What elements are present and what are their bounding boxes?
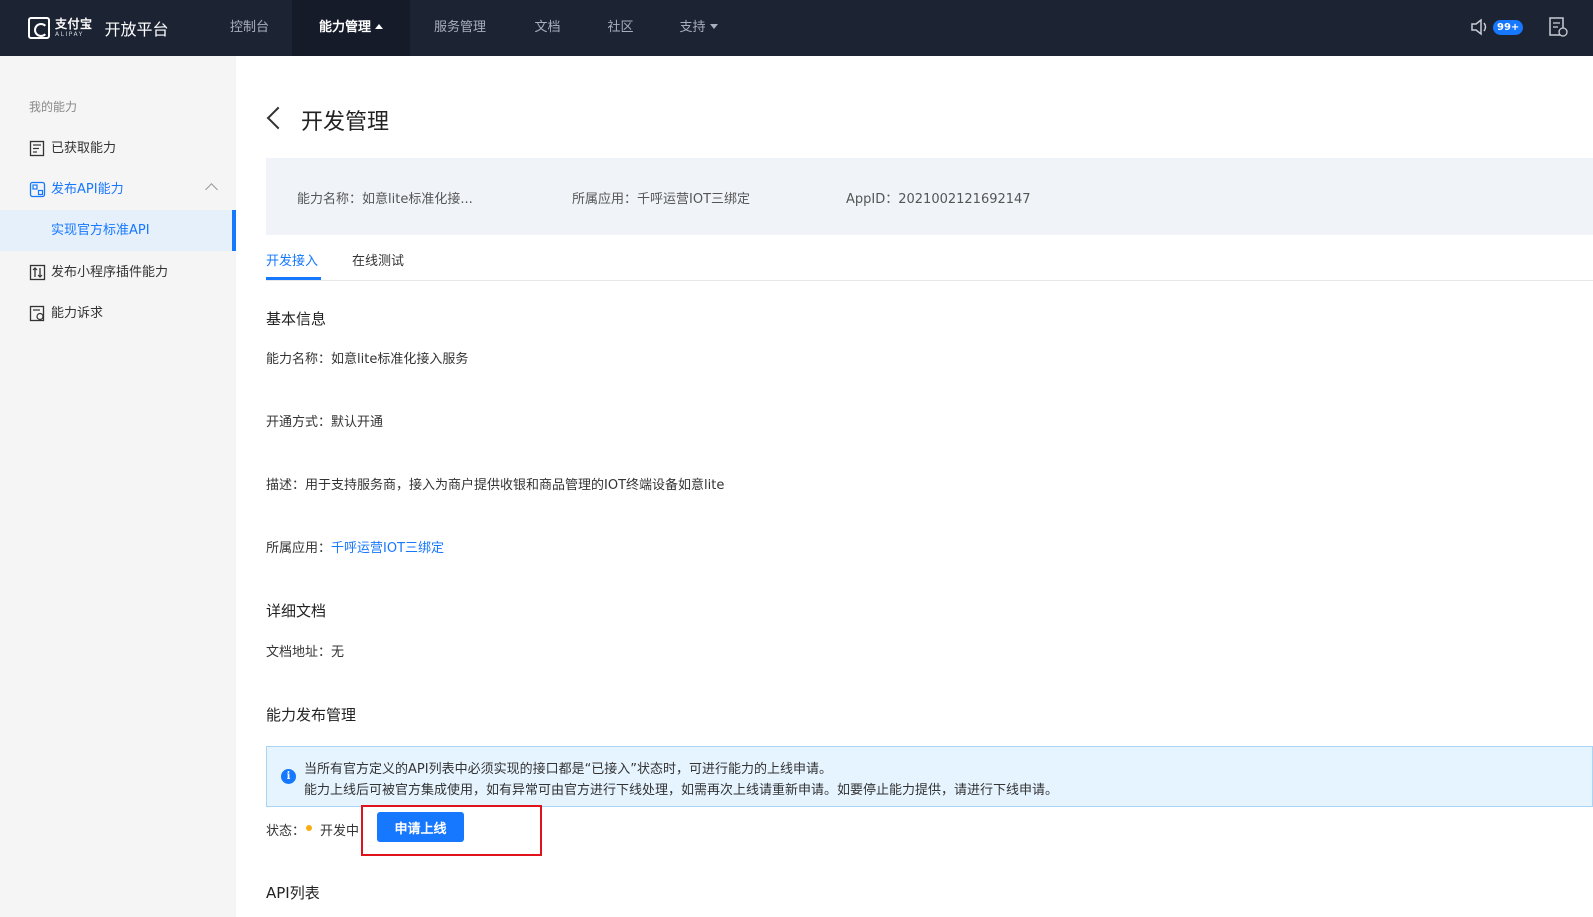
document-list-icon	[29, 140, 45, 157]
sidebar-item-label: 实现官方标准API	[51, 223, 150, 238]
sidebar-section-title: 我的能力	[29, 100, 78, 114]
speaker-icon[interactable]	[1470, 17, 1490, 37]
sidebar-item-label: 发布API能力	[51, 182, 124, 197]
main-content: 开发管理 能力名称：如意lite标准化接... 所属应用：千呼运营IOT三绑定 …	[236, 56, 1593, 917]
info-appid: AppID：2021002121692147	[846, 192, 1031, 207]
nav-community[interactable]: 社区	[593, 0, 648, 56]
logo-text-cn: 支付宝	[55, 17, 93, 31]
notification-badge[interactable]: 99+	[1493, 20, 1524, 35]
alipay-logo-icon	[28, 17, 50, 39]
top-nav: 支付宝 ALIPAY 开放平台 控制台 能力管理 服务管理 文档 社区 支持 9…	[0, 0, 1593, 56]
alert-line-2: 能力上线后可被官方集成使用，如有异常可由官方进行下线处理，如需再次上线请重新申请…	[304, 783, 1059, 798]
field-description: 描述：用于支持服务商，接入为商户提供收银和商品管理的IOT终端设备如意lite	[266, 478, 725, 493]
info-icon: i	[281, 769, 296, 784]
nav-support[interactable]: 支持	[666, 0, 731, 56]
highlight-annotation-box	[361, 805, 542, 856]
sidebar-item-official-standard-api[interactable]: 实现官方标准API	[0, 210, 236, 251]
field-app: 所属应用：千呼运营IOT三绑定	[266, 541, 445, 556]
section-detail-docs: 详细文档	[266, 602, 327, 620]
sidebar-item-label: 发布小程序插件能力	[51, 265, 169, 280]
chevron-up-icon[interactable]	[205, 183, 218, 196]
active-tab-indicator	[266, 277, 321, 280]
api-icon	[29, 181, 46, 198]
logo-text-en: ALIPAY	[55, 31, 84, 38]
page-title: 开发管理	[301, 110, 390, 135]
tab-online-test[interactable]: 在线测试	[352, 250, 404, 269]
alipay-logo[interactable]: 支付宝 ALIPAY 开放平台	[28, 15, 169, 41]
info-alert: i 当所有官方定义的API列表中必须实现的接口都是“已接入”状态时，可进行能力的…	[266, 746, 1593, 807]
nav-ability-management[interactable]: 能力管理	[292, 0, 410, 56]
back-arrow-icon[interactable]	[266, 106, 290, 130]
nav-docs[interactable]: 文档	[520, 0, 575, 56]
section-basic-info: 基本信息	[266, 310, 327, 328]
platform-title: 开放平台	[104, 20, 169, 39]
info-ability-name: 能力名称：如意lite标准化接...	[297, 192, 473, 207]
sidebar-item-label: 能力诉求	[51, 306, 104, 321]
nav-service-management[interactable]: 服务管理	[420, 0, 500, 56]
caret-up-icon	[375, 24, 383, 29]
sidebar: 我的能力 已获取能力 发布API能力 实现官方标准API 发布小程序插件能力 能…	[0, 56, 236, 917]
sidebar-item-mini-program-plugin[interactable]: 发布小程序插件能力	[0, 252, 236, 293]
plugin-icon	[29, 264, 46, 281]
nav-console[interactable]: 控制台	[211, 0, 288, 56]
section-api-list: API列表	[266, 884, 320, 902]
sidebar-item-acquired-abilities[interactable]: 已获取能力	[0, 128, 236, 169]
tab-bar: 开发接入 在线测试	[266, 242, 1593, 281]
sidebar-item-ability-request[interactable]: 能力诉求	[0, 293, 236, 334]
section-publish-management: 能力发布管理	[266, 706, 357, 724]
info-app: 所属应用：千呼运营IOT三绑定	[572, 192, 751, 207]
field-doc-address: 文档地址：无	[266, 645, 345, 660]
alert-line-1: 当所有官方定义的API列表中必须实现的接口都是“已接入”状态时，可进行能力的上线…	[304, 762, 833, 777]
status-dot	[306, 825, 312, 831]
sidebar-item-publish-api[interactable]: 发布API能力	[0, 169, 236, 210]
ability-info-bar: 能力名称：如意lite标准化接... 所属应用：千呼运营IOT三绑定 AppID…	[266, 158, 1593, 235]
caret-down-icon	[709, 24, 718, 29]
status-value: 开发中	[320, 824, 360, 839]
status-label: 状态：	[266, 824, 306, 839]
document-icon[interactable]	[1548, 16, 1568, 38]
request-icon	[29, 305, 45, 322]
field-open-mode: 开通方式：默认开通	[266, 415, 384, 430]
field-ability-name: 能力名称：如意lite标准化接入服务	[266, 352, 469, 367]
sidebar-item-label: 已获取能力	[51, 141, 117, 156]
app-link[interactable]: 千呼运营IOT三绑定	[331, 541, 444, 556]
tab-dev-access[interactable]: 开发接入	[266, 250, 318, 269]
